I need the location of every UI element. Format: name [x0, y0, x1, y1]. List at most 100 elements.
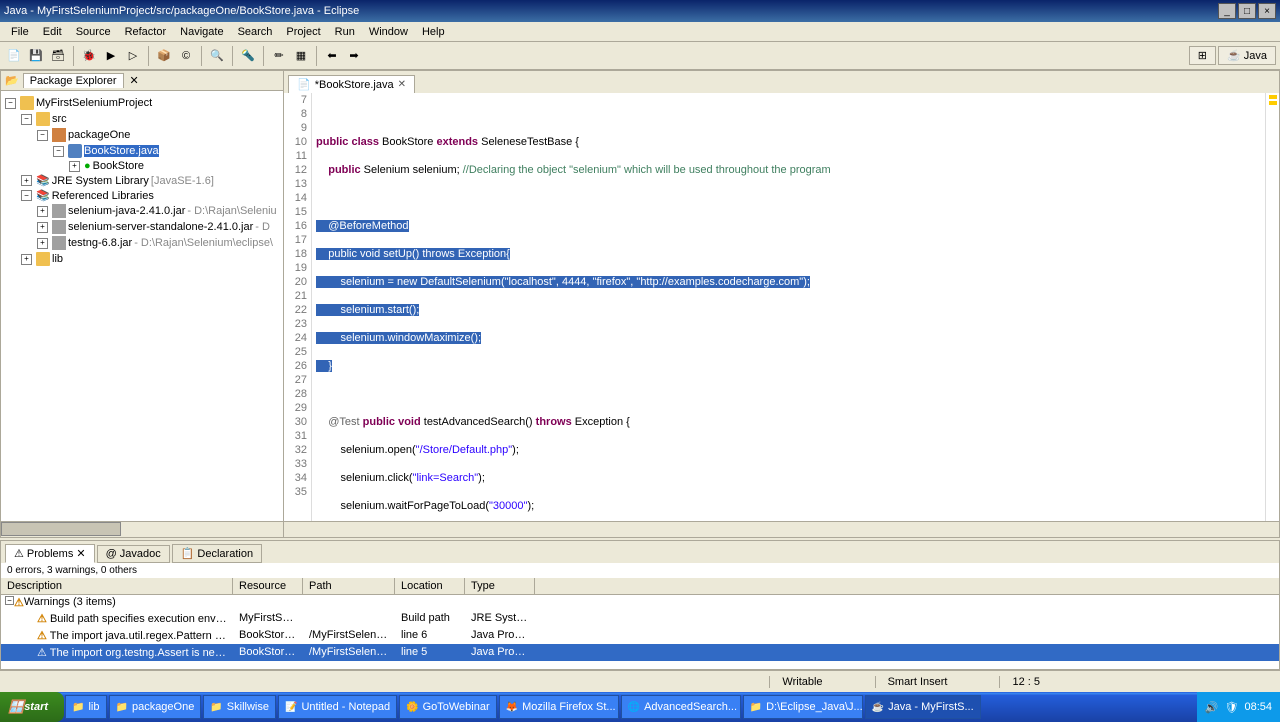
col-path[interactable]: Path: [303, 578, 395, 594]
close-button[interactable]: ×: [1258, 3, 1276, 19]
tree-project[interactable]: −MyFirstSeleniumProject: [5, 95, 279, 111]
col-description[interactable]: Description: [1, 578, 233, 594]
tray-icon[interactable]: 🛡: [1225, 701, 1239, 714]
open-type-icon[interactable]: 🔍: [207, 46, 227, 66]
save-all-icon[interactable]: 🗃: [48, 46, 68, 66]
back-icon[interactable]: ⬅: [322, 46, 342, 66]
new-class-icon[interactable]: ©: [176, 46, 196, 66]
tab-declaration[interactable]: 📋 Declaration: [172, 544, 262, 563]
java-perspective-button[interactable]: ☕ Java: [1218, 46, 1276, 65]
windows-taskbar: 🪟 start 📁 lib 📁 packageOne 📁 Skillwise 📝…: [0, 692, 1280, 722]
code-editor[interactable]: 7891011121314151617181920212223242526272…: [284, 93, 1279, 521]
menu-navigate[interactable]: Navigate: [173, 24, 230, 40]
menu-help[interactable]: Help: [415, 24, 452, 40]
col-location[interactable]: Location: [395, 578, 465, 594]
tray-icon[interactable]: 🔊: [1205, 701, 1219, 714]
editor-tab-bookstore[interactable]: 📄 *BookStore.java ✕: [288, 75, 415, 93]
system-tray[interactable]: 🔊 🛡 08:54: [1197, 692, 1280, 722]
search-icon[interactable]: 🔦: [238, 46, 258, 66]
editor-tab-label: *BookStore.java: [315, 79, 394, 91]
status-bar: Writable Smart Insert 12 : 5: [0, 670, 1280, 692]
tray-clock: 08:54: [1244, 701, 1272, 713]
problem-row[interactable]: ⚠ Build path specifies execution environ…: [1, 610, 1279, 627]
taskbar-item[interactable]: 📝 Untitled - Notepad: [278, 695, 397, 719]
tree-class[interactable]: +●BookStore: [5, 159, 279, 173]
java-file-icon: 📄: [297, 78, 311, 91]
taskbar-item[interactable]: 📁 Skillwise: [203, 695, 276, 719]
package-explorer-tree[interactable]: −MyFirstSeleniumProject −src −packageOne…: [1, 91, 283, 521]
window-title-bar: Java - MyFirstSeleniumProject/src/packag…: [0, 0, 1280, 22]
tree-lib[interactable]: +lib: [5, 251, 279, 267]
menu-file[interactable]: File: [4, 24, 36, 40]
start-button[interactable]: 🪟 start: [0, 692, 64, 722]
window-title: Java - MyFirstSeleniumProject/src/packag…: [4, 5, 359, 17]
taskbar-item[interactable]: 📁 D:\Eclipse_Java\J...: [743, 695, 863, 719]
package-explorer-icon: 📂: [5, 74, 19, 87]
forward-icon[interactable]: ➡: [344, 46, 364, 66]
package-explorer-tab-bar: 📂 Package Explorer ✕: [1, 71, 283, 91]
taskbar-item[interactable]: 🦊 Mozilla Firefox St...: [499, 695, 619, 719]
tree-reflib[interactable]: −📚Referenced Libraries: [5, 188, 279, 203]
overview-ruler[interactable]: [1265, 93, 1279, 521]
toggle-mark-icon[interactable]: ✏: [269, 46, 289, 66]
package-explorer-title[interactable]: Package Explorer: [23, 73, 124, 88]
taskbar-item-active[interactable]: ☕ Java - MyFirstS...: [865, 695, 981, 719]
close-tab-icon[interactable]: ✕: [398, 79, 406, 90]
code-body[interactable]: public class BookStore extends SeleneseT…: [312, 93, 1265, 521]
menu-search[interactable]: Search: [231, 24, 280, 40]
warnings-group[interactable]: − ⚠ Warnings (3 items): [1, 595, 1279, 610]
taskbar-item[interactable]: 📁 packageOne: [109, 695, 202, 719]
close-view-icon[interactable]: ✕: [130, 74, 139, 87]
menu-refactor[interactable]: Refactor: [118, 24, 174, 40]
tree-jar1[interactable]: +selenium-java-2.41.0.jar - D:\Rajan\Sel…: [5, 203, 279, 219]
problem-row[interactable]: ⚠ The import org.testng.Assert is never …: [1, 644, 1279, 661]
taskbar-item[interactable]: 🌼 GoToWebinar: [399, 695, 497, 719]
bottom-tabs: ⚠ Problems ✕ @ Javadoc 📋 Declaration: [1, 541, 1279, 563]
toolbar: 📄 💾 🗃 🐞 ▶ ▷ 📦 © 🔍 🔦 ✏ ▦ ⬅ ➡ ⊞ ☕ Java: [0, 42, 1280, 70]
perspective-switcher: ⊞ ☕ Java: [1189, 46, 1276, 65]
menu-source[interactable]: Source: [69, 24, 118, 40]
tree-src[interactable]: −src: [5, 111, 279, 127]
tab-javadoc[interactable]: @ Javadoc: [97, 545, 170, 563]
toggle-block-icon[interactable]: ▦: [291, 46, 311, 66]
debug-icon[interactable]: 🐞: [79, 46, 99, 66]
problem-row[interactable]: ⚠ The import java.util.regex.Pattern is …: [1, 627, 1279, 644]
open-perspective-icon[interactable]: ⊞: [1189, 46, 1216, 65]
new-package-icon[interactable]: 📦: [154, 46, 174, 66]
tree-package[interactable]: −packageOne: [5, 127, 279, 143]
taskbar-item[interactable]: 📁 lib: [65, 695, 106, 719]
run-icon[interactable]: ▶: [101, 46, 121, 66]
problems-body: − ⚠ Warnings (3 items) ⚠ Build path spec…: [1, 595, 1279, 661]
tree-jar2[interactable]: +selenium-server-standalone-2.41.0.jar -…: [5, 219, 279, 235]
tree-jar3[interactable]: +testng-6.8.jar - D:\Rajan\Selenium\ecli…: [5, 235, 279, 251]
problems-header: Description Resource Path Location Type: [1, 578, 1279, 595]
status-writable: Writable: [769, 676, 834, 688]
maximize-button[interactable]: □: [1238, 3, 1256, 19]
minimize-button[interactable]: _: [1218, 3, 1236, 19]
window-controls: _ □ ×: [1218, 3, 1276, 19]
status-position: 12 : 5: [999, 676, 1052, 688]
editor-panel: 📄 *BookStore.java ✕ 78910111213141516171…: [284, 70, 1280, 538]
editor-tabs: 📄 *BookStore.java ✕: [284, 71, 1279, 93]
menu-project[interactable]: Project: [279, 24, 327, 40]
save-icon[interactable]: 💾: [26, 46, 46, 66]
taskbar-item[interactable]: 🌐 AdvancedSearch...: [621, 695, 741, 719]
package-explorer-panel: 📂 Package Explorer ✕ −MyFirstSeleniumPro…: [0, 70, 284, 538]
problems-panel: ⚠ Problems ✕ @ Javadoc 📋 Declaration 0 e…: [0, 540, 1280, 670]
tree-jre[interactable]: +📚JRE System Library [JavaSE-1.6]: [5, 173, 279, 188]
new-icon[interactable]: 📄: [4, 46, 24, 66]
explorer-scrollbar[interactable]: [1, 521, 283, 537]
menu-window[interactable]: Window: [362, 24, 415, 40]
editor-scrollbar[interactable]: [284, 521, 1279, 537]
tab-problems[interactable]: ⚠ Problems ✕: [5, 544, 95, 563]
problems-count: 0 errors, 3 warnings, 0 others: [1, 563, 1279, 578]
run-last-icon[interactable]: ▷: [123, 46, 143, 66]
col-type[interactable]: Type: [465, 578, 535, 594]
menu-edit[interactable]: Edit: [36, 24, 69, 40]
tree-file[interactable]: −BookStore.java: [5, 143, 279, 159]
menu-run[interactable]: Run: [328, 24, 362, 40]
problems-table: Description Resource Path Location Type …: [1, 578, 1279, 669]
col-resource[interactable]: Resource: [233, 578, 303, 594]
line-gutter: 7891011121314151617181920212223242526272…: [284, 93, 312, 521]
menu-bar: File Edit Source Refactor Navigate Searc…: [0, 22, 1280, 42]
